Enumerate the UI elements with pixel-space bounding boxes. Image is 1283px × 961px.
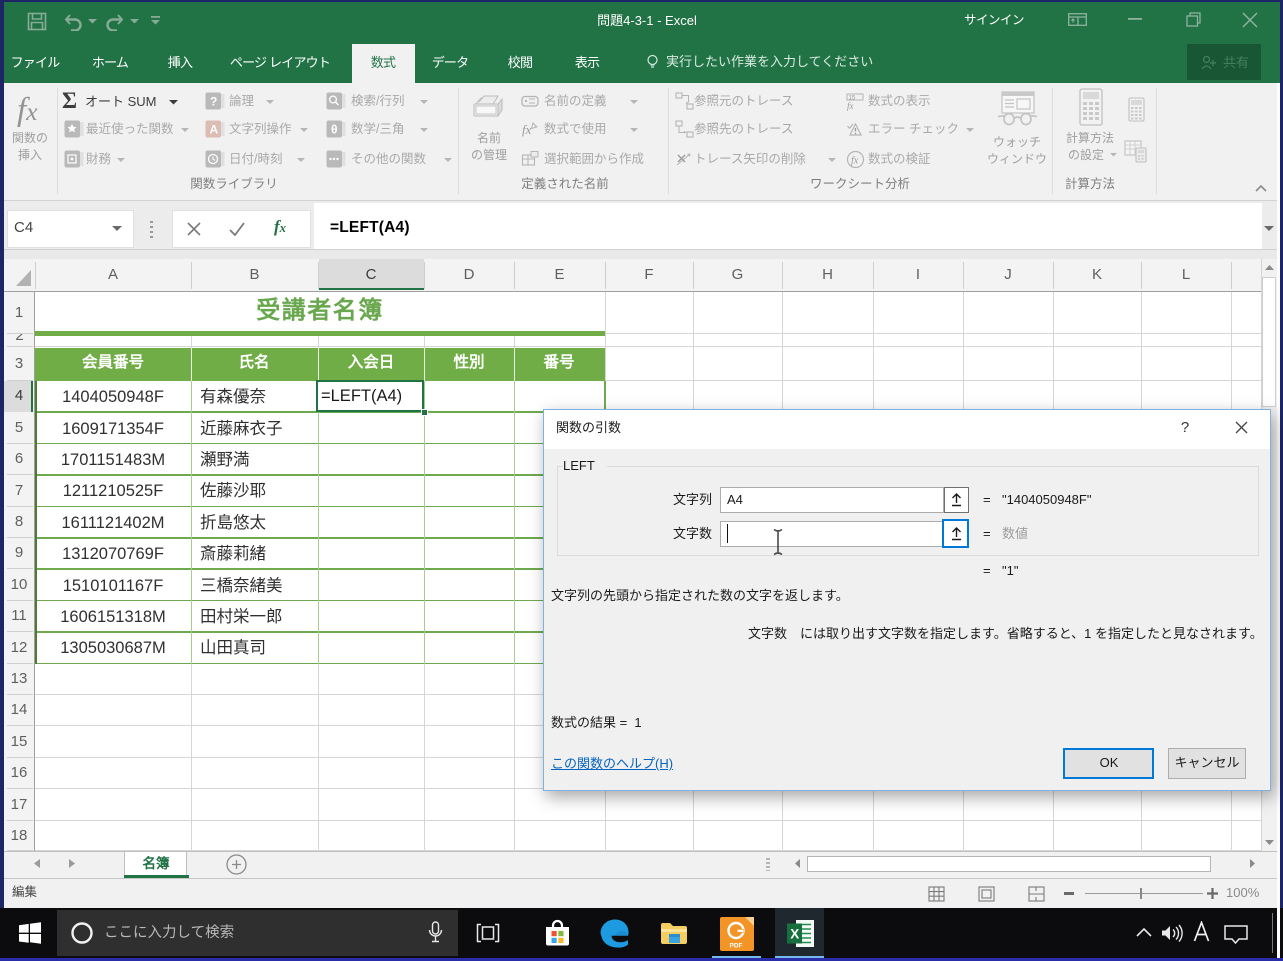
svg-text:A: A: [210, 123, 219, 137]
svg-text:X: X: [790, 927, 799, 942]
svg-text:fx: fx: [847, 101, 854, 111]
svg-text:fx: fx: [522, 122, 532, 137]
svg-text:PDF: PDF: [730, 943, 743, 950]
svg-text:?: ?: [210, 95, 217, 109]
